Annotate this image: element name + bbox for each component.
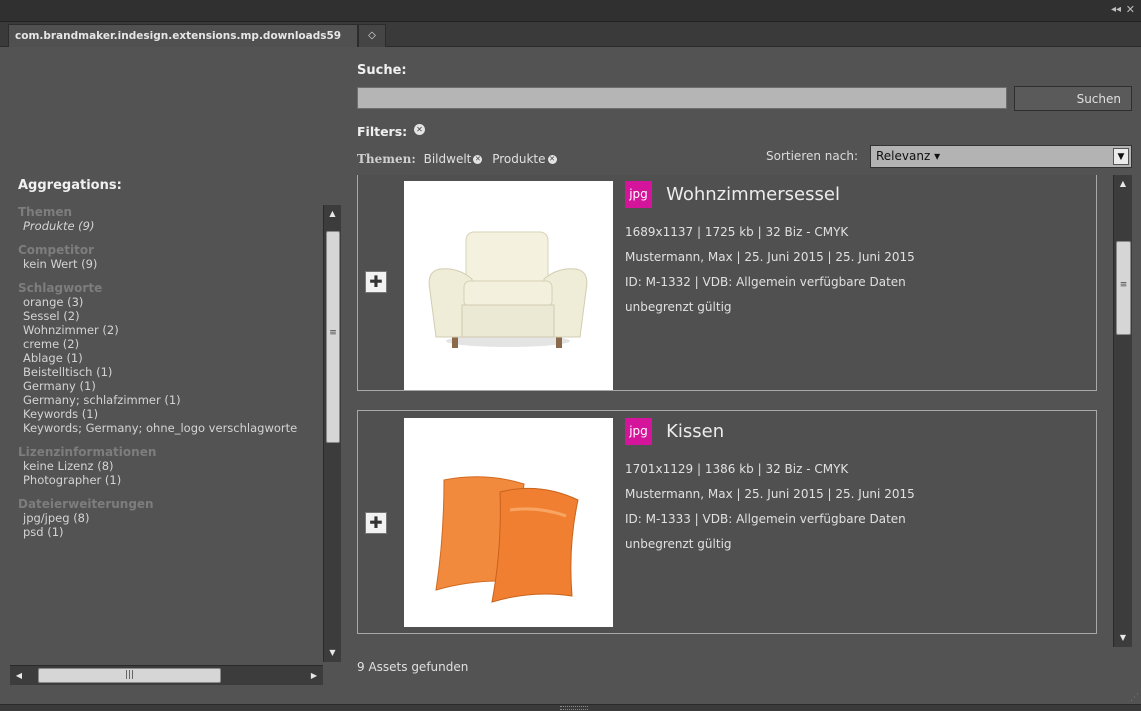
arrow-left-icon[interactable]: ◀ (10, 666, 28, 686)
asset-thumbnail[interactable] (404, 418, 613, 627)
panel-bottom-bar (0, 704, 1141, 711)
themen-label: Themen: (357, 152, 416, 166)
result-card: ✚ jpg Wohnzimmersessel 1689x1137 | 1725 … (357, 175, 1097, 391)
results-list: ✚ jpg Wohnzimmersessel 1689x1137 | 1725 … (348, 175, 1105, 647)
scrollbar-thumb[interactable]: ≡ (1116, 241, 1131, 335)
remove-filter-icon[interactable]: ✕ (547, 155, 557, 164)
file-type-badge: jpg (625, 418, 652, 445)
sort-select[interactable]: Relevanz ▾ ▼ (870, 145, 1132, 168)
results-vertical-scrollbar[interactable]: ▲ ≡ ▼ (1113, 175, 1132, 647)
agg-item[interactable]: Wohnzimmer (2) (10, 323, 341, 337)
resize-handle[interactable] (560, 706, 588, 710)
agg-item[interactable]: Keywords (1) (10, 407, 341, 421)
close-panel-icon[interactable]: ✕ (1126, 4, 1135, 16)
asset-info: jpg Wohnzimmersessel 1689x1137 | 1725 kb… (625, 181, 915, 320)
arrow-right-icon[interactable]: ▶ (305, 666, 323, 686)
dropdown-arrow-icon[interactable]: ▼ (1113, 148, 1129, 165)
clear-filters-icon[interactable]: ✕ (414, 124, 425, 135)
asset-thumbnail[interactable] (404, 181, 613, 390)
agg-group-themen: Themen Produkte (9) (10, 205, 341, 233)
collapse-panel-icon[interactable]: ◂◂ (1111, 4, 1121, 16)
agg-item[interactable]: orange (3) (10, 295, 341, 309)
agg-item[interactable]: jpg/jpeg (8) (10, 511, 341, 525)
filter-chip-label: Produkte (492, 152, 546, 166)
agg-group-title: Lizenzinformationen (18, 445, 157, 459)
grip-icon: ≡ (1119, 280, 1128, 290)
asset-id: ID: M-1332 | VDB: Allgemein verfügbare D… (625, 275, 906, 289)
armchair-image (428, 231, 588, 348)
agg-item[interactable]: Ablage (1) (10, 351, 341, 365)
asset-author-dates: Mustermann, Max | 25. Juni 2015 | 25. Ju… (625, 487, 915, 501)
agg-group-title: Competitor (18, 243, 95, 257)
asset-validity: unbegrenzt gültig (625, 300, 732, 314)
plus-icon: ✚ (369, 513, 383, 532)
agg-group-lizenzinformationen: Lizenzinformationen keine Lizenz (8) Pho… (10, 445, 341, 487)
agg-group-title: Dateierweiterungen (18, 497, 154, 511)
filter-chip-bildwelt[interactable]: Bildwelt ✕ (424, 152, 487, 166)
asset-author-dates: Mustermann, Max | 25. Juni 2015 | 25. Ju… (625, 250, 915, 264)
sort-label: Sortieren nach: (766, 149, 858, 163)
agg-item[interactable]: keine Lizenz (8) (10, 459, 341, 473)
agg-group-dateierweiterungen: Dateierweiterungen jpg/jpeg (8) psd (1) (10, 497, 341, 539)
add-to-document-button[interactable]: ✚ (365, 512, 387, 534)
sort-selected-value: Relevanz ▾ (876, 149, 941, 163)
agg-item[interactable]: Sessel (2) (10, 309, 341, 323)
asset-info: jpg Kissen 1701x1129 | 1386 kb | 32 Biz … (625, 418, 915, 557)
search-label: Suche: (357, 63, 407, 78)
active-filter-row: Themen: Bildwelt ✕ Produkte ✕ (357, 152, 563, 166)
scrollbar-thumb[interactable]: ≡ (326, 231, 340, 443)
add-to-document-button[interactable]: ✚ (365, 271, 387, 293)
panel-menu-icon[interactable]: ◇ (358, 24, 386, 47)
resize-corner-icon[interactable]: ⋰ (1130, 693, 1139, 703)
agg-item[interactable]: Beistelltisch (1) (10, 365, 341, 379)
agg-item[interactable]: Produkte (9) (10, 219, 341, 233)
agg-item[interactable]: creme (2) (10, 337, 341, 351)
agg-group-schlagworte: Schlagworte orange (3) Sessel (2) Wohnzi… (10, 281, 341, 435)
grip-icon: ≡ (329, 328, 337, 338)
remove-filter-icon[interactable]: ✕ (473, 155, 483, 164)
scrollbar-thumb[interactable]: ||| (38, 668, 221, 683)
agg-item[interactable]: Keywords; Germany; ohne_logo verschlagwo… (10, 421, 341, 435)
aggregations-title: Aggregations: (18, 178, 122, 193)
agg-item[interactable]: Germany (1) (10, 379, 341, 393)
arrow-up-icon[interactable]: ▲ (1114, 175, 1132, 193)
search-button[interactable]: Suchen (1014, 86, 1132, 111)
asset-dimensions: 1701x1129 | 1386 kb | 32 Biz - CMYK (625, 462, 849, 476)
aggregations-list: Themen Produkte (9) Competitor kein Wert… (10, 205, 341, 662)
agg-item[interactable]: Photographer (1) (10, 473, 341, 487)
agg-group-title: Themen (18, 205, 73, 219)
panel-tab[interactable]: com.brandmaker.indesign.extensions.mp.do… (8, 24, 358, 47)
asset-id: ID: M-1333 | VDB: Allgemein verfügbare D… (625, 512, 906, 526)
agg-item[interactable]: psd (1) (10, 525, 341, 539)
result-card: ✚ jpg Kissen 1701x1129 | 1386 kb | 32 Bi… (357, 410, 1097, 634)
asset-title[interactable]: Wohnzimmersessel (666, 184, 840, 205)
arrow-down-icon[interactable]: ▼ (1114, 629, 1132, 647)
asset-dimensions: 1689x1137 | 1725 kb | 32 Biz - CMYK (625, 225, 849, 239)
file-type-badge: jpg (625, 181, 652, 208)
search-input[interactable] (357, 87, 1007, 109)
arrow-down-icon[interactable]: ▼ (324, 644, 341, 662)
agg-item[interactable]: kein Wert (9) (10, 257, 341, 271)
agg-group-title: Schlagworte (18, 281, 103, 295)
panel-tab-row: com.brandmaker.indesign.extensions.mp.do… (0, 22, 1141, 47)
filters-label: Filters: (357, 124, 408, 139)
asset-title[interactable]: Kissen (666, 421, 724, 442)
results-count: 9 Assets gefunden (357, 660, 469, 674)
plus-icon: ✚ (369, 272, 383, 291)
asset-validity: unbegrenzt gültig (625, 537, 732, 551)
window-titlebar: ◂◂ ✕ (0, 0, 1141, 22)
agg-item[interactable]: Germany; schlafzimmer (1) (10, 393, 341, 407)
pillows-image (435, 476, 579, 603)
filter-chip-produkte[interactable]: Produkte ✕ (492, 152, 557, 166)
filter-chip-label: Bildwelt (423, 152, 472, 166)
agg-group-competitor: Competitor kein Wert (9) (10, 243, 341, 271)
arrow-up-icon[interactable]: ▲ (324, 205, 341, 223)
aggregations-vertical-scrollbar[interactable]: ▲ ≡ ▼ (323, 205, 341, 662)
aggregations-horizontal-scrollbar[interactable]: ◀ ||| ▶ (10, 665, 323, 685)
